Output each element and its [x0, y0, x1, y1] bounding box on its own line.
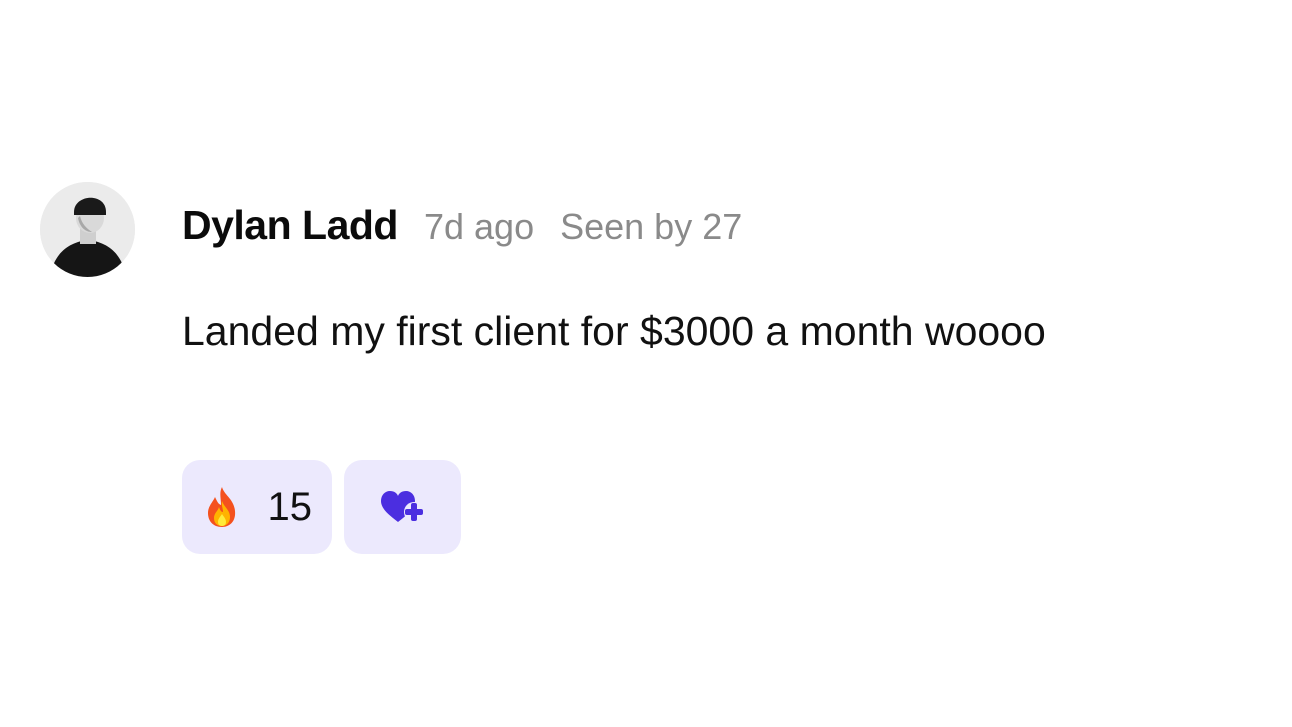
- seen-by-count[interactable]: Seen by 27: [560, 206, 742, 248]
- author-name[interactable]: Dylan Ladd: [182, 202, 398, 249]
- reaction-fire-button[interactable]: 15: [182, 460, 332, 554]
- reaction-count: 15: [267, 484, 313, 529]
- fire-emoji-icon: [204, 486, 240, 528]
- post-text: Landed my first client for $3000 a month…: [182, 308, 1046, 354]
- avatar[interactable]: [40, 182, 135, 277]
- post-time: 7d ago: [423, 206, 535, 247]
- user-avatar-icon: [40, 182, 135, 277]
- reactions-bar: 15: [182, 460, 461, 554]
- add-reaction-button[interactable]: [344, 460, 461, 554]
- heart-plus-icon: [380, 490, 426, 524]
- post-header: Dylan Ladd 7d ago Seen by 27: [182, 202, 742, 249]
